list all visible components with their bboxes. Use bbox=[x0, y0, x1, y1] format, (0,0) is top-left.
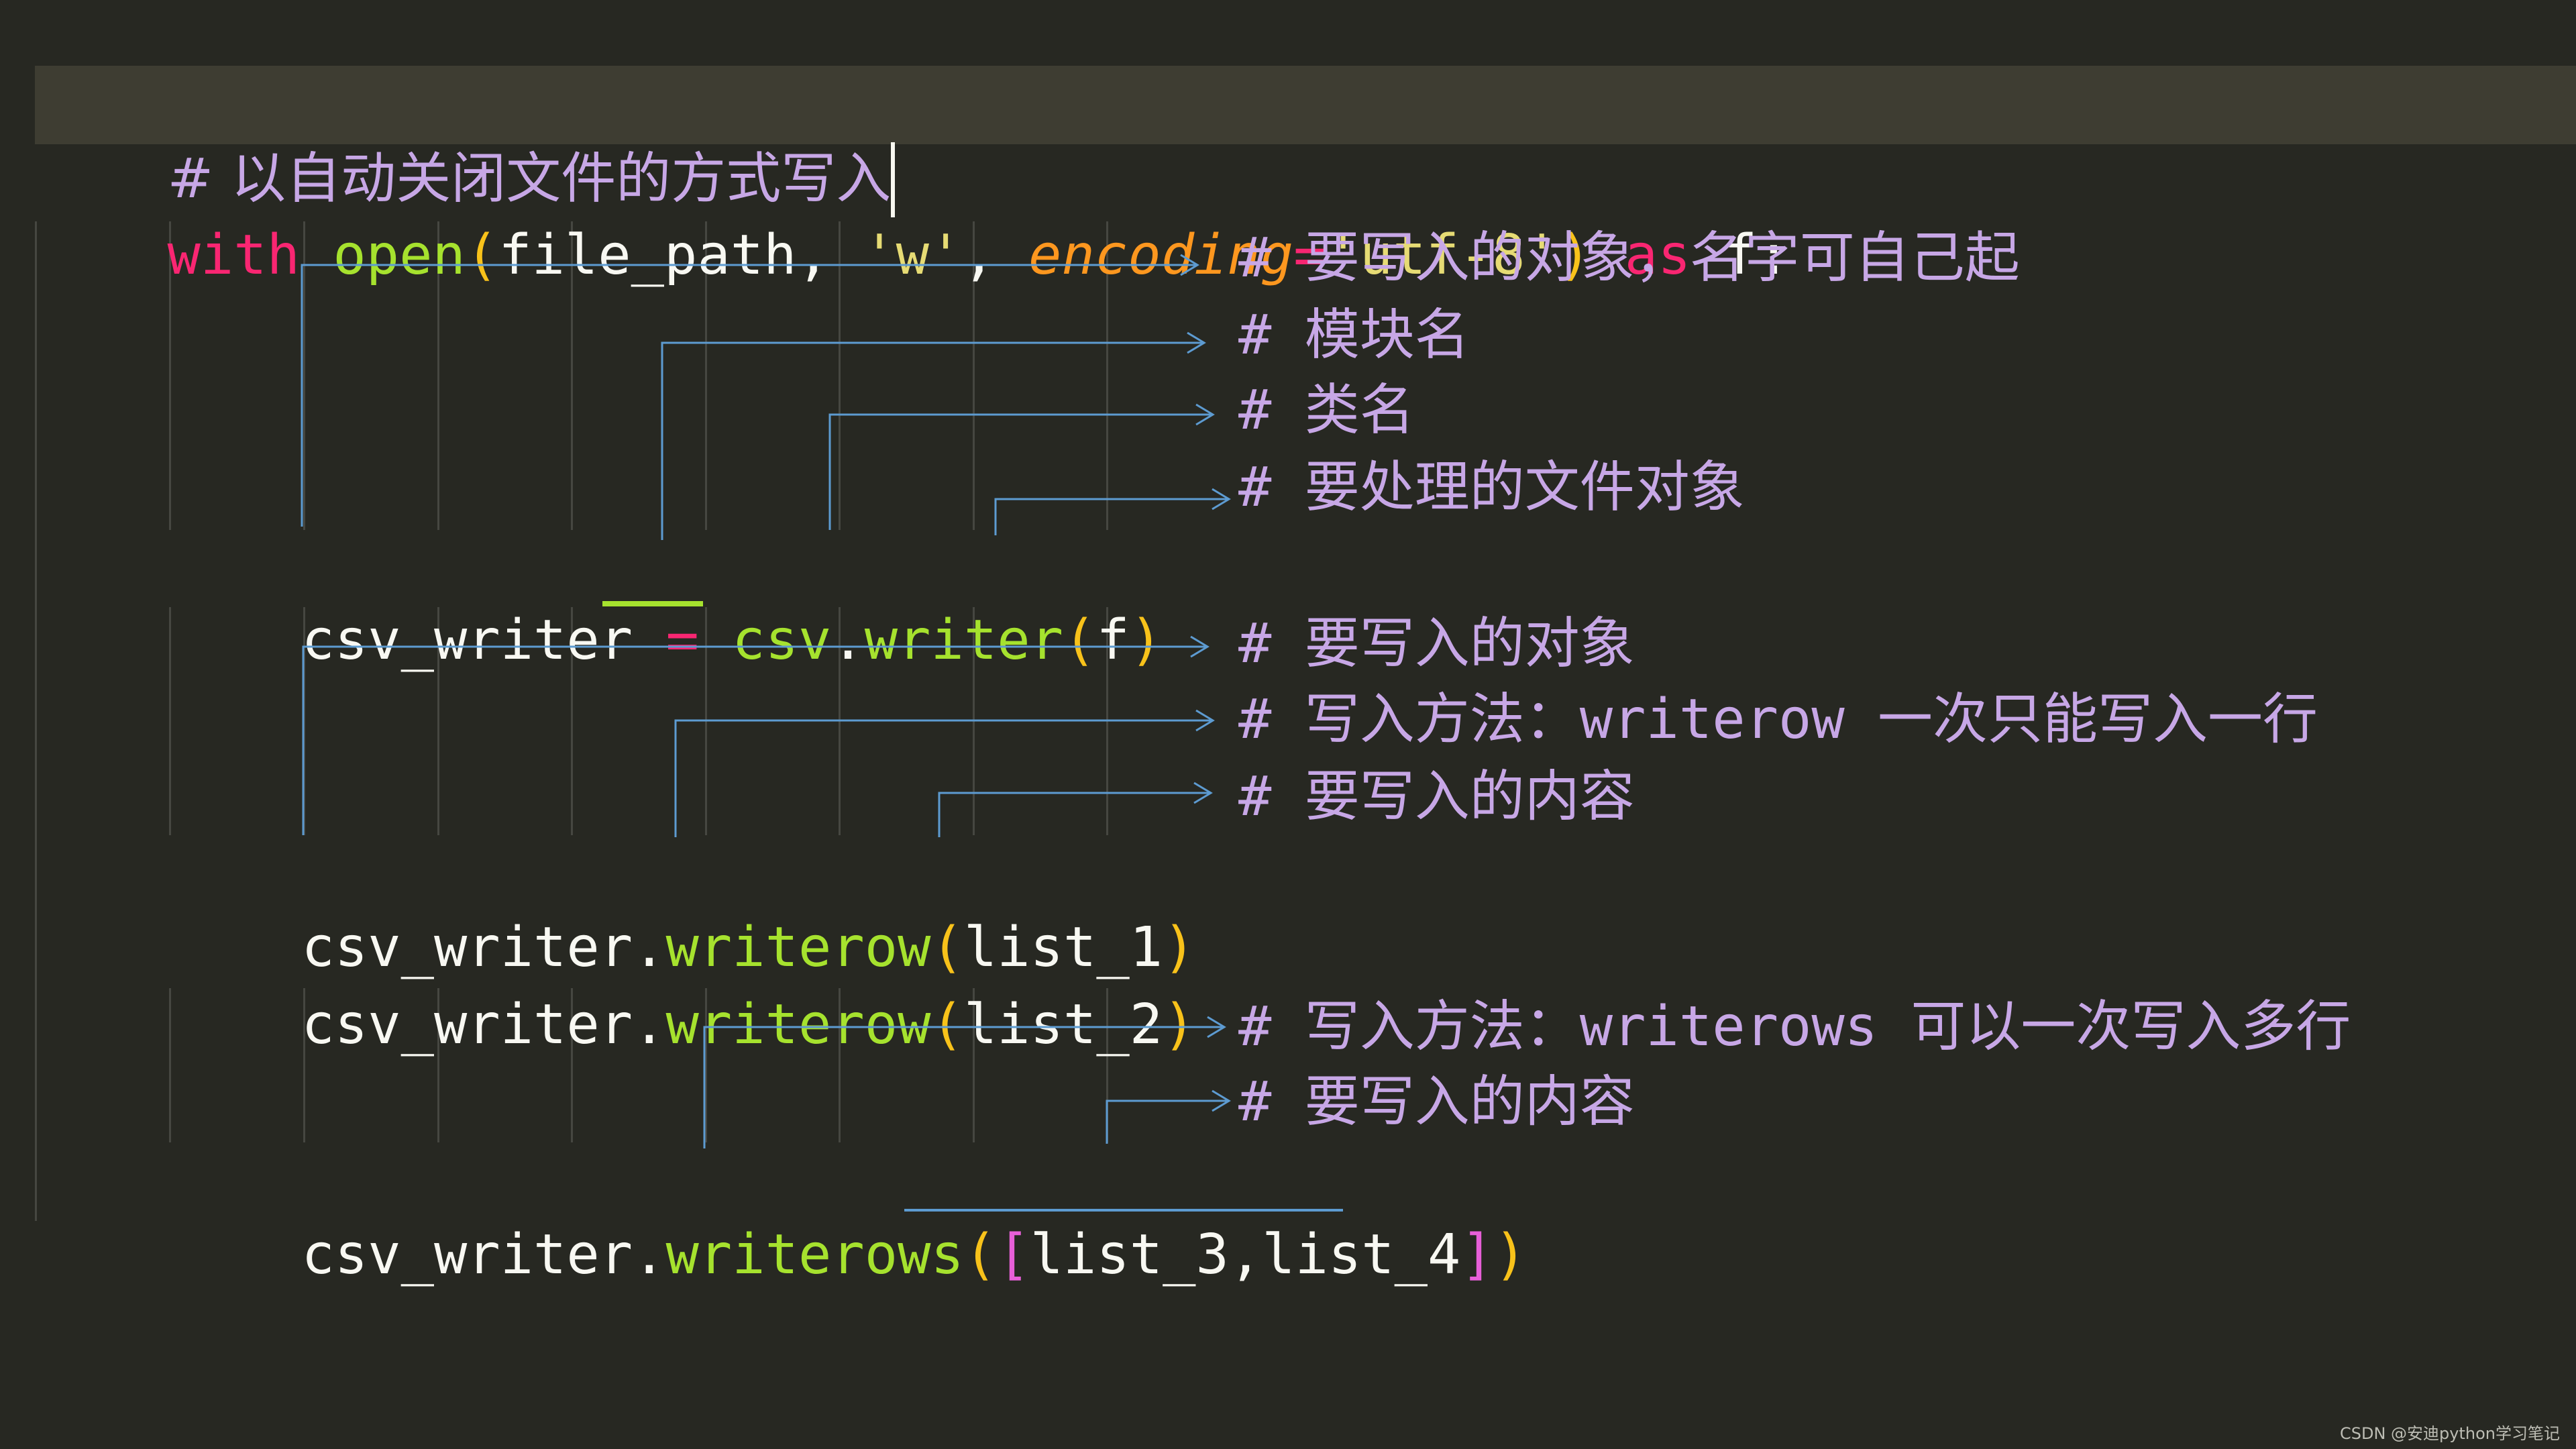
obj-csv-writer: csv_writer. bbox=[301, 1223, 666, 1287]
paren-open: ( bbox=[1063, 608, 1097, 672]
arrow-icon bbox=[674, 709, 1215, 837]
list-args-underline bbox=[904, 1209, 1343, 1212]
arrow-icon bbox=[994, 488, 1231, 535]
bracket-close: ] bbox=[1460, 1223, 1494, 1287]
paren-close: ) bbox=[1163, 993, 1196, 1057]
class-writer: writer bbox=[864, 608, 1063, 672]
annotation-writer-object: # 要写入的对象，名字可自己起 bbox=[1238, 226, 2020, 290]
paren-open: ( bbox=[963, 1223, 998, 1287]
dot: . bbox=[831, 608, 865, 672]
indent-guide bbox=[35, 221, 37, 1221]
keyword-with: with bbox=[167, 223, 300, 287]
bracket-open: [ bbox=[997, 1223, 1030, 1287]
annotation-writerow-method: # 写入方法：writerow 一次只能写入一行 bbox=[1238, 688, 2318, 751]
string-w: 'w' bbox=[863, 223, 963, 287]
code-line-csv-writer[interactable]: csv_writer = csv.writer(f) bbox=[169, 530, 1163, 672]
annotation-rows-content: # 要写入的内容 bbox=[1238, 1070, 1635, 1134]
method-writerow: writerow bbox=[665, 993, 931, 1057]
annotation-target-object: # 要写入的对象 bbox=[1238, 612, 1635, 676]
code-line-comment[interactable]: # 以自动关闭文件的方式写入 bbox=[35, 68, 896, 217]
method-writerows: writerows bbox=[665, 1223, 964, 1287]
annotation-file-object: # 要处理的文件对象 bbox=[1238, 455, 1745, 519]
arrow-icon bbox=[1106, 1089, 1231, 1144]
arg-list-2: list_2 bbox=[963, 993, 1163, 1057]
arrow-icon bbox=[301, 254, 1199, 527]
annotation-row-content: # 要写入的内容 bbox=[1238, 765, 1635, 828]
arg-f: f bbox=[1096, 608, 1130, 672]
paren-open: ( bbox=[930, 993, 964, 1057]
arg-file-path: file_path bbox=[498, 223, 797, 287]
var-csv-writer: csv_writer bbox=[301, 608, 633, 672]
code-line-writerows[interactable]: csv_writer.writerows([list_3,list_4]) bbox=[169, 1144, 1527, 1287]
code-line-with-open[interactable]: with open(file_path, 'w', encoding='utf-… bbox=[35, 145, 1790, 287]
code-line-writerow-2[interactable]: csv_writer.writerow(list_2) bbox=[169, 914, 1195, 1057]
watermark: CSDN @安迪python学习笔记 bbox=[2339, 1424, 2560, 1443]
annotation-module-name: # 模块名 bbox=[1238, 303, 1470, 367]
code-line-writerow-1[interactable]: csv_writer.writerow(list_1) bbox=[169, 837, 1195, 979]
arg-list-3-4: list_3,list_4 bbox=[1030, 1223, 1461, 1287]
paren-open: ( bbox=[465, 223, 499, 287]
arrow-icon bbox=[661, 331, 1206, 540]
annotation-writerows-method: # 写入方法：writerows 可以一次写入多行 bbox=[1238, 995, 2351, 1059]
code-editor[interactable]: # 以自动关闭文件的方式写入 with open(file_path, 'w',… bbox=[0, 0, 2576, 1449]
paren-close: ) bbox=[1493, 1223, 1527, 1287]
comma: , bbox=[796, 223, 863, 287]
arrow-icon bbox=[938, 782, 1213, 837]
operator-equals: = bbox=[633, 608, 733, 672]
module-csv: csv bbox=[732, 608, 832, 672]
function-open: open bbox=[333, 223, 466, 287]
obj-csv-writer: csv_writer. bbox=[301, 993, 666, 1057]
paren-close: ) bbox=[1129, 608, 1163, 672]
csv-module-underline bbox=[602, 601, 703, 606]
comma: , bbox=[962, 223, 1029, 287]
annotation-class-name: # 类名 bbox=[1238, 378, 1415, 442]
arrow-icon bbox=[828, 403, 1215, 530]
